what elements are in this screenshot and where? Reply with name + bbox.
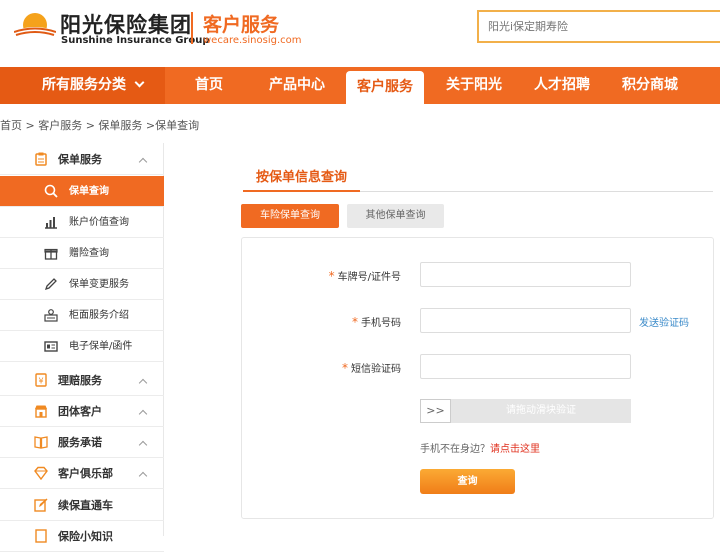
all-services-label: 所有服务分类 xyxy=(42,77,126,93)
slider-captcha[interactable]: >> 请拖动滑块验证 xyxy=(420,399,631,423)
tab-car-policy-query[interactable]: 车险保单查询 xyxy=(241,204,339,228)
nav-item-careers[interactable]: 人才招聘 xyxy=(524,67,600,104)
brand-name-en: Sunshine Insurance Group xyxy=(61,35,210,46)
sidebar-item-label: 服务承诺 xyxy=(58,436,102,449)
section-title: 客户服务 xyxy=(203,14,280,36)
nav-item-products[interactable]: 产品中心 xyxy=(259,67,335,104)
sidebar-item-policy-change[interactable]: 保单变更服务 xyxy=(0,269,164,300)
clipboard-icon xyxy=(35,152,47,166)
sidebar-item-label: 团体客户 xyxy=(58,405,102,418)
plate-id-input[interactable] xyxy=(420,262,631,287)
nav-item-about[interactable]: 关于阳光 xyxy=(436,67,512,104)
sidebar-item-label: 理赔服务 xyxy=(58,374,102,387)
breadcrumb[interactable]: 首页 > 客户服务 > 保单服务 >保单查询 xyxy=(0,117,199,133)
chevron-up-icon xyxy=(138,157,148,167)
chevron-up-icon xyxy=(138,471,148,481)
sidebar-item-insurance-knowledge[interactable]: 保险小知识 xyxy=(0,521,164,552)
header-divider xyxy=(191,12,193,44)
edit-icon xyxy=(34,498,48,512)
sidebar-item-gift-insurance[interactable]: 赠险查询 xyxy=(0,238,164,269)
sidebar-item-label: 账户价值查询 xyxy=(69,217,129,228)
sidebar-item-renewal[interactable]: 续保直通车 xyxy=(0,490,164,521)
query-form: * 车牌号/证件号 * 手机号码 发送验证码 * 短信验证码 >> 请拖动滑块验证 手… xyxy=(241,237,714,519)
section-url: wecare.sinosig.com xyxy=(203,35,302,46)
tab-other-policy-query[interactable]: 其他保单查询 xyxy=(347,204,444,228)
all-services-menu[interactable]: 所有服务分类 xyxy=(0,67,165,104)
sidebar-item-label: 续保直通车 xyxy=(58,499,113,512)
sidebar-item-group-clients[interactable]: 团体客户 xyxy=(0,396,164,427)
phone-label: * 手机号码 xyxy=(352,315,401,329)
query-tab-header: 按保单信息查询 xyxy=(243,168,713,192)
required-star: * xyxy=(342,361,348,375)
chevron-up-icon xyxy=(138,409,148,419)
sidebar-item-customer-club[interactable]: 客户俱乐部 xyxy=(0,458,164,489)
header: 阳光保险集团 Sunshine Insurance Group 客户服务 wec… xyxy=(0,0,720,66)
sunshine-logo-icon xyxy=(14,13,56,37)
send-code-link[interactable]: 发送验证码 xyxy=(639,314,689,329)
click-here-link[interactable]: 请点击这里 xyxy=(490,444,540,455)
required-star: * xyxy=(328,269,335,283)
counter-icon xyxy=(44,309,58,322)
chevron-down-icon xyxy=(134,77,145,88)
sidebar-item-service-promise[interactable]: 服务承诺 xyxy=(0,427,164,458)
sidebar-item-label: 保单服务 xyxy=(58,153,102,166)
pencil-icon xyxy=(44,278,57,291)
sms-code-input[interactable] xyxy=(420,354,631,379)
doc-icon xyxy=(35,529,47,543)
tab-policy-info-query[interactable]: 按保单信息查询 xyxy=(243,168,361,192)
main-nav: 所有服务分类 首页 产品中心 客户服务 关于阳光 人才招聘 积分商城 xyxy=(0,67,720,104)
sidebar-item-label: 保单变更服务 xyxy=(69,279,129,290)
bar-chart-icon xyxy=(45,217,57,229)
search-input[interactable] xyxy=(477,10,720,43)
search-icon xyxy=(44,184,58,198)
sidebar: 保单服务 保单查询 账户价值查询 赠险查询 保单变更服务 柜面服务介绍 电子保单… xyxy=(0,143,164,552)
sidebar-item-label: 赠险查询 xyxy=(69,248,109,259)
svg-text:¥: ¥ xyxy=(38,377,43,386)
sidebar-item-label: 客户俱乐部 xyxy=(58,467,113,480)
slider-handle[interactable]: >> xyxy=(420,399,451,423)
chevron-up-icon xyxy=(138,378,148,388)
sidebar-item-counter-service[interactable]: 柜面服务介绍 xyxy=(0,300,164,331)
sms-code-label: * 短信验证码 xyxy=(342,361,401,375)
sidebar-item-label: 电子保单/函件 xyxy=(69,341,133,352)
sidebar-item-policy-service[interactable]: 保单服务 xyxy=(0,144,164,175)
nav-item-customer-service[interactable]: 客户服务 xyxy=(346,71,424,104)
chevron-up-icon xyxy=(138,440,148,450)
claim-icon: ¥ xyxy=(35,373,47,387)
gift-icon xyxy=(44,248,58,260)
diamond-icon xyxy=(34,466,48,480)
required-star: * xyxy=(352,315,358,329)
slider-text: 请拖动滑块验证 xyxy=(506,405,576,416)
store-icon xyxy=(35,405,47,418)
sidebar-item-label: 柜面服务介绍 xyxy=(69,310,129,321)
sidebar-item-policy-query[interactable]: 保单查询 xyxy=(0,176,164,207)
book-icon xyxy=(34,436,48,449)
nav-item-home[interactable]: 首页 xyxy=(180,67,238,104)
nav-item-points-mall[interactable]: 积分商城 xyxy=(612,67,688,104)
query-button[interactable]: 查询 xyxy=(420,469,515,494)
sidebar-item-label: 保单查询 xyxy=(69,186,109,197)
plate-id-label: * 车牌号/证件号 xyxy=(328,269,401,283)
sidebar-item-account-value[interactable]: 账户价值查询 xyxy=(0,207,164,238)
sidebar-item-e-policy[interactable]: 电子保单/函件 xyxy=(0,331,164,362)
sidebar-item-label: 保险小知识 xyxy=(58,530,113,543)
sidebar-item-claims[interactable]: ¥ 理赔服务 xyxy=(0,365,164,396)
no-phone-hint: 手机不在身边？请点击这里 xyxy=(420,444,540,455)
id-card-icon xyxy=(44,341,58,352)
phone-input[interactable] xyxy=(420,308,631,333)
